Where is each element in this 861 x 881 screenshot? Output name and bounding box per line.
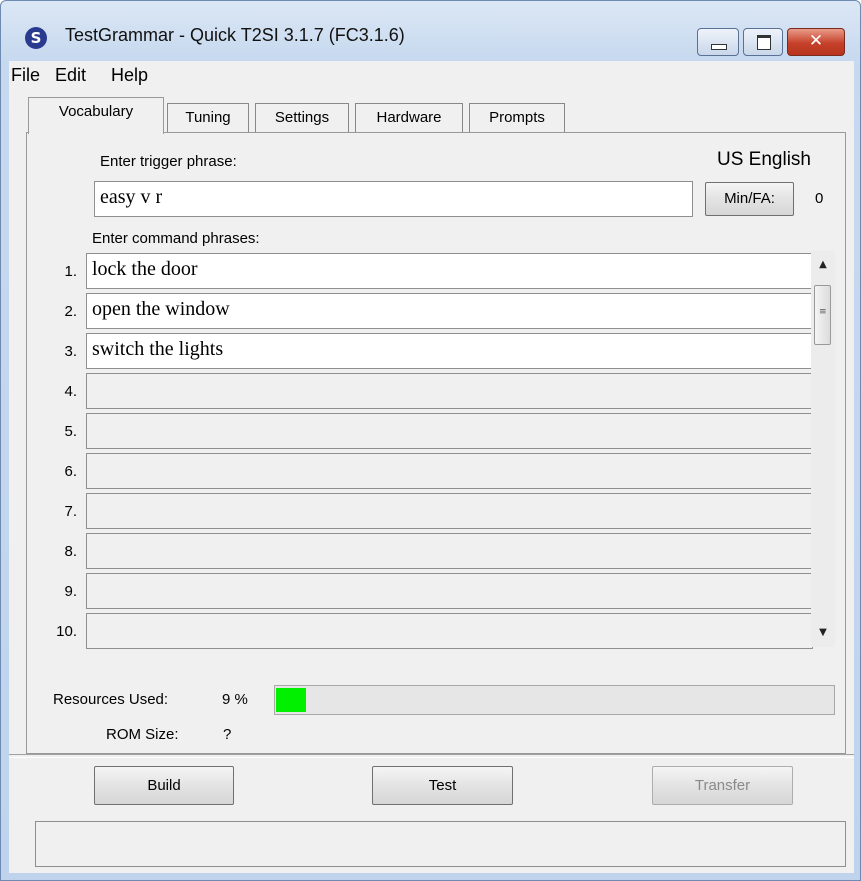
test-button[interactable]: Test [372, 766, 513, 805]
app-window: S TestGrammar - Quick T2SI 3.1.7 (FC3.1.… [0, 0, 861, 881]
command-phrases-label: Enter command phrases: [92, 230, 260, 247]
menu-edit[interactable]: Edit [55, 65, 86, 86]
command-phrase-input[interactable]: lock the door [86, 253, 813, 289]
command-number: 9. [64, 583, 77, 600]
trigger-phrase-label: Enter trigger phrase: [100, 153, 237, 170]
command-scrollbar[interactable]: ▲ ≡ ▼ [811, 251, 835, 647]
tab-hardware[interactable]: Hardware [355, 103, 463, 133]
resources-used-label: Resources Used: [53, 691, 169, 708]
menu-help[interactable]: Help [111, 65, 148, 86]
min-fa-button[interactable]: Min/FA: [705, 182, 794, 216]
command-phrase-input[interactable] [86, 373, 813, 409]
command-number: 2. [64, 303, 77, 320]
scroll-up-icon[interactable]: ▲ [811, 255, 835, 275]
command-phrase-input[interactable]: switch the lights [86, 333, 813, 369]
title-bar[interactable]: S TestGrammar - Quick T2SI 3.1.7 (FC3.1.… [1, 1, 860, 61]
window-title: TestGrammar - Quick T2SI 3.1.7 (FC3.1.6) [65, 25, 405, 45]
transfer-button[interactable]: Transfer [652, 766, 793, 805]
maximize-icon [757, 35, 771, 50]
close-button[interactable]: ✕ [787, 28, 845, 56]
language-label: US English [717, 149, 811, 170]
tab-vocabulary[interactable]: Vocabulary [28, 97, 164, 134]
command-number: 10. [56, 623, 77, 640]
command-phrase-input[interactable] [86, 493, 813, 529]
maximize-button[interactable] [743, 28, 783, 56]
resources-progress-fill [276, 688, 306, 712]
resources-progress-bar [274, 685, 835, 715]
menu-file[interactable]: File [11, 65, 40, 86]
minimize-icon [711, 44, 727, 50]
build-button[interactable]: Build [94, 766, 234, 805]
command-number: 5. [64, 423, 77, 440]
grip-icon: ≡ [819, 307, 827, 317]
command-phrase-input[interactable] [86, 533, 813, 569]
command-phrase-input[interactable] [86, 613, 813, 649]
app-logo-icon: S [25, 27, 47, 49]
command-phrase-input[interactable] [86, 453, 813, 489]
resources-used-value: 9 % [222, 691, 248, 708]
command-number: 6. [64, 463, 77, 480]
menu-bar: File Edit Help [9, 61, 854, 91]
rom-size-value: ? [223, 726, 232, 743]
command-number: 3. [64, 343, 77, 360]
min-fa-value: 0 [815, 190, 824, 207]
command-phrase-input[interactable]: open the window [86, 293, 813, 329]
scroll-thumb[interactable]: ≡ [814, 285, 831, 345]
rom-size-label: ROM Size: [106, 726, 179, 743]
scroll-down-icon[interactable]: ▼ [811, 623, 835, 643]
trigger-phrase-input[interactable]: easy v r [94, 181, 693, 217]
command-number: 4. [64, 383, 77, 400]
close-icon: ✕ [808, 31, 824, 51]
tab-tuning[interactable]: Tuning [167, 103, 249, 133]
tab-prompts[interactable]: Prompts [469, 103, 565, 133]
divider [9, 754, 854, 758]
command-number: 8. [64, 543, 77, 560]
command-number: 1. [64, 263, 77, 280]
status-bar [35, 821, 846, 867]
command-phrase-input[interactable] [86, 413, 813, 449]
tab-settings[interactable]: Settings [255, 103, 349, 133]
minimize-button[interactable] [697, 28, 739, 56]
command-number: 7. [64, 503, 77, 520]
command-phrase-input[interactable] [86, 573, 813, 609]
